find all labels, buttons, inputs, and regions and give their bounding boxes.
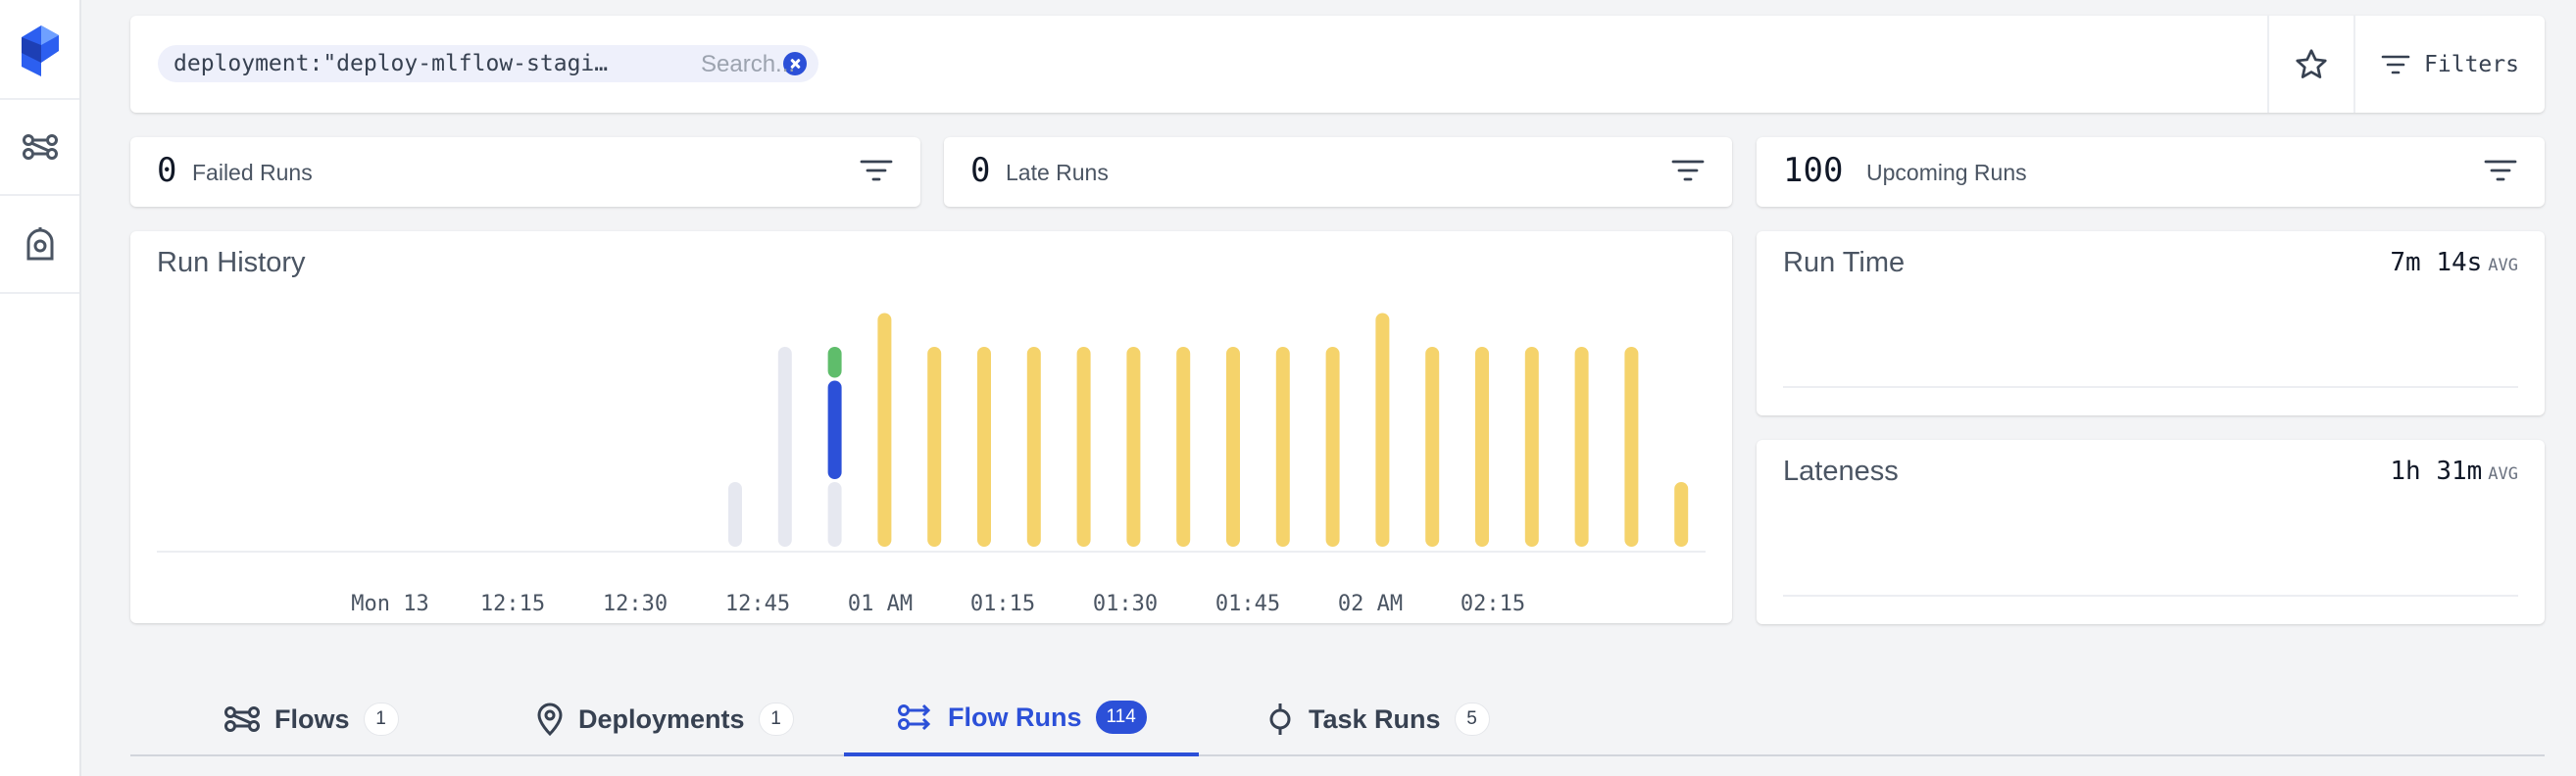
flow-runs-icon — [898, 703, 931, 731]
upcoming-runs-count: 100 — [1783, 151, 1844, 190]
filter-lines-icon — [2381, 55, 2410, 73]
chart-bar-scheduled[interactable] — [927, 347, 942, 547]
flows-icon — [224, 706, 260, 732]
chart-bar-scheduled[interactable] — [1624, 347, 1639, 547]
chart-bar-scheduled[interactable] — [877, 313, 892, 548]
run-time-baseline — [1783, 386, 2518, 388]
sidebar-item-work-pools[interactable] — [0, 196, 79, 294]
chart-tick-label: 12:45 — [725, 592, 790, 616]
chart-bar-scheduled[interactable] — [977, 347, 991, 547]
prefect-logo-icon — [21, 25, 59, 76]
chart-bar-pending[interactable] — [827, 482, 842, 547]
tab-flows[interactable]: Flows 1 — [223, 682, 399, 756]
tab-task-runs[interactable]: Task Runs 5 — [1265, 682, 1490, 756]
late-runs-count: 0 — [970, 151, 991, 190]
search-bar: deployment:"deploy-mlflow-stagi… Filters — [130, 16, 2545, 113]
filters-label: Filters — [2424, 51, 2519, 77]
sidebar-item-flows[interactable] — [0, 98, 79, 196]
filter-lines-icon[interactable] — [860, 159, 893, 182]
flows-icon — [22, 134, 58, 160]
run-time-card: Run Time 7m 14s AVG — [1757, 231, 2545, 415]
lateness-unit: AVG — [2488, 464, 2518, 484]
tab-deployments-label: Deployments — [578, 703, 745, 734]
late-runs-label: Late Runs — [1006, 160, 1109, 185]
chart-bar-completed[interactable] — [827, 347, 842, 378]
chart-tick-label: 02:15 — [1461, 592, 1525, 616]
lateness-card: Lateness 1h 31m AVG — [1757, 440, 2545, 624]
chart-bar-scheduled[interactable] — [1275, 347, 1290, 547]
lateness-title: Lateness — [1783, 456, 1899, 487]
run-time-amount: 7m 14s — [2390, 248, 2483, 277]
location-pin-icon — [537, 703, 563, 736]
tab-flow-runs-label: Flow Runs — [948, 702, 1082, 732]
tab-flows-label: Flows — [274, 703, 350, 734]
star-icon — [2296, 48, 2327, 78]
chip-label: deployment:"deploy-mlflow-stagi… — [173, 51, 609, 76]
chart-bar-scheduled[interactable] — [1574, 347, 1589, 547]
filter-lines-icon[interactable] — [2484, 159, 2517, 182]
late-runs-card: 0 Late Runs — [944, 137, 1732, 207]
failed-runs-label: Failed Runs — [192, 160, 313, 185]
tab-task-runs-label: Task Runs — [1309, 703, 1441, 734]
run-history-title: Run History — [157, 247, 306, 278]
failed-runs-count: 0 — [157, 151, 177, 190]
chart-tick-label: 12:30 — [603, 592, 668, 616]
chart-bar-scheduled[interactable] — [1475, 347, 1489, 547]
chart-bar-scheduled[interactable] — [1076, 347, 1091, 547]
run-time-unit: AVG — [2488, 256, 2518, 275]
run-time-title: Run Time — [1783, 247, 1906, 278]
chart-bar-scheduled[interactable] — [1375, 313, 1390, 548]
chart-bar-scheduled[interactable] — [1524, 347, 1539, 547]
logo[interactable] — [0, 14, 79, 90]
work-pool-icon — [26, 227, 53, 261]
chart-bar-scheduled[interactable] — [1325, 347, 1340, 547]
tab-deployments[interactable]: Deployments 1 — [535, 682, 794, 756]
tab-bar: Flows 1 Deployments 1 Flow Runs 114 Task… — [130, 682, 2545, 756]
upcoming-runs-card: 100 Upcoming Runs — [1757, 137, 2545, 207]
chart-tick-label: 01:30 — [1093, 592, 1158, 616]
chart-bar-scheduled[interactable] — [1226, 347, 1240, 547]
filter-lines-icon[interactable] — [1671, 159, 1705, 182]
chart-tick-label: 12:15 — [480, 592, 545, 616]
chart-bar-scheduled[interactable] — [1176, 347, 1191, 547]
tab-flow-runs-count: 114 — [1095, 701, 1147, 734]
tab-flows-count: 1 — [363, 703, 399, 736]
sidebar — [0, 0, 81, 776]
chart-bar-scheduled[interactable] — [1674, 482, 1689, 547]
search-input[interactable] — [701, 45, 2269, 84]
tab-deployments-count: 1 — [758, 703, 794, 736]
chart-tick-label: 01:45 — [1215, 592, 1280, 616]
chart-tick-label: 02 AM — [1338, 592, 1403, 616]
tab-task-runs-count: 5 — [1454, 703, 1490, 736]
lateness-baseline — [1783, 595, 2518, 597]
task-runs-icon — [1269, 703, 1291, 735]
chart-tick-label: 01:15 — [970, 592, 1035, 616]
save-search-button[interactable] — [2267, 16, 2355, 113]
failed-runs-card: 0 Failed Runs — [130, 137, 920, 207]
chart-bar-pending[interactable] — [728, 482, 742, 547]
tab-flow-runs[interactable]: Flow Runs 114 — [844, 682, 1199, 756]
chart-bar-scheduled[interactable] — [1026, 347, 1041, 547]
chart-bar-pending[interactable] — [777, 347, 792, 547]
run-time-value: 7m 14s AVG — [2390, 248, 2518, 277]
chart-bar-scheduled[interactable] — [1425, 347, 1440, 547]
lateness-amount: 1h 31m — [2390, 457, 2483, 486]
chart-bar-scheduled[interactable] — [1126, 347, 1141, 547]
lateness-value: 1h 31m AVG — [2390, 457, 2518, 486]
chart-bar-running[interactable] — [827, 380, 842, 480]
chart-tick-label: 01 AM — [848, 592, 913, 616]
filters-button[interactable]: Filters — [2355, 16, 2545, 113]
chart-tick-label: Mon 13 — [351, 592, 428, 616]
run-history-chart: Mon 13 12:15 12:30 12:45 01 AM 01:15 01:30 01:4… — [157, 313, 1706, 616]
run-history-card: Mon 13 12:15 12:30 12:45 01 AM 01:15 01:30 01:4… — [130, 231, 1732, 623]
upcoming-runs-label: Upcoming Runs — [1866, 160, 2027, 185]
